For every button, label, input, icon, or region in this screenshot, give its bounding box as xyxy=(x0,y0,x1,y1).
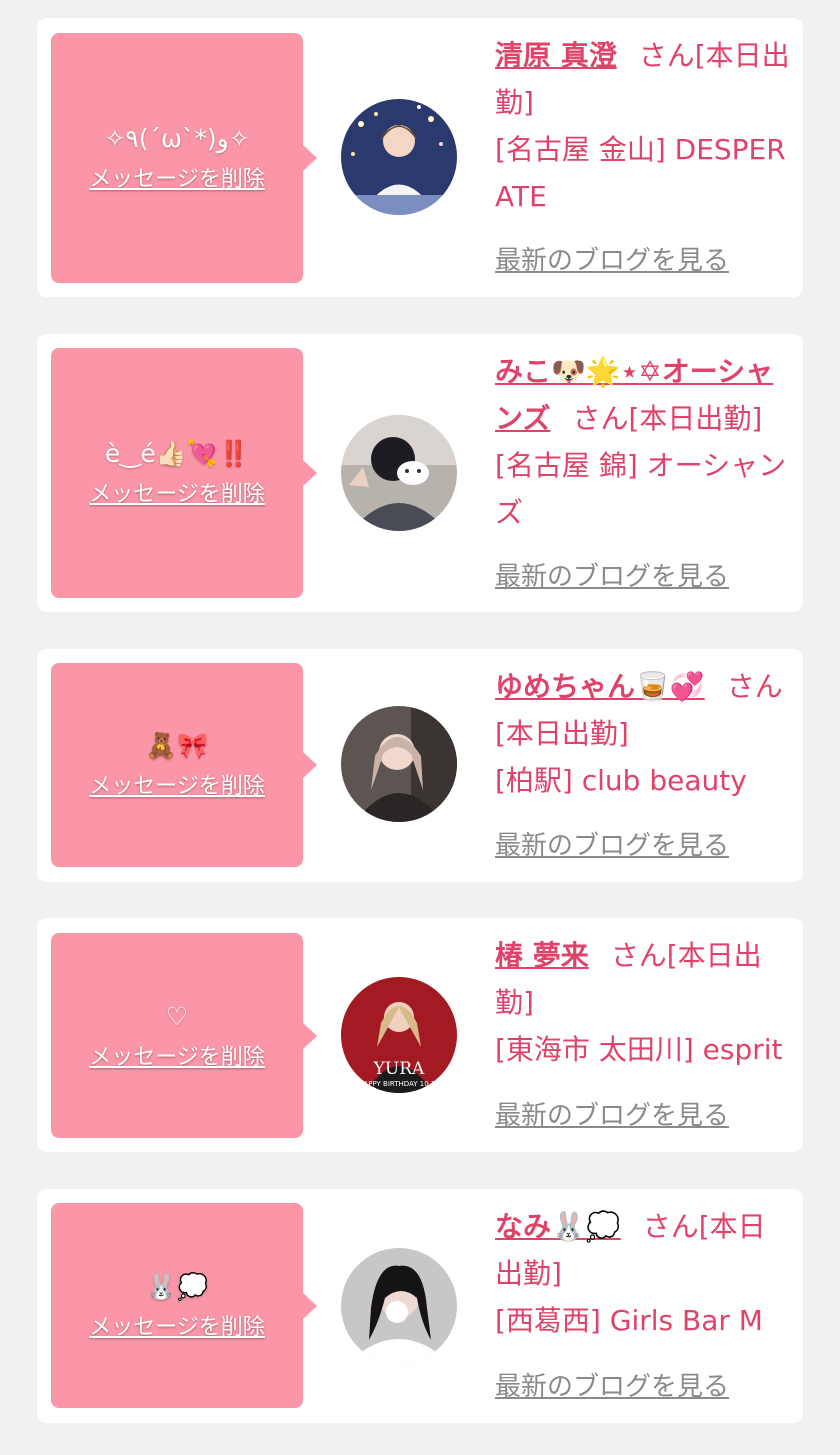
message-bubble: è‿é👍🏻💘‼️ メッセージを削除 xyxy=(51,348,317,598)
message-bubble: 🧸🎀 メッセージを削除 xyxy=(51,663,317,867)
delete-message-button[interactable]: メッセージを削除 xyxy=(89,1044,265,1072)
cast-status: さん[本日出勤] xyxy=(572,402,763,435)
favorite-cast-list: ✧٩(ˊωˋ*)و✧ メッセージを削除 清原 真澄 さん[本日出勤] [名古屋 金… xyxy=(0,0,840,1455)
cast-name-link[interactable]: 清原 真澄 xyxy=(495,39,617,72)
shop-label: [西葛西] Girls Bar M xyxy=(495,1304,763,1337)
latest-blog-link[interactable]: 最新のブログを見る xyxy=(495,1366,729,1403)
delete-message-button[interactable]: メッセージを削除 xyxy=(89,481,265,509)
latest-blog-link[interactable]: 最新のブログを見る xyxy=(495,1095,729,1132)
message-bubble: ✧٩(ˊωˋ*)و✧ メッセージを削除 xyxy=(51,33,317,283)
cast-name-link[interactable]: ゆめちゃん🥃💞 xyxy=(495,670,705,703)
avatar[interactable] xyxy=(341,99,457,215)
avatar[interactable] xyxy=(341,1248,457,1364)
cast-info: みこ🐶🌟⋆✡オーシャンズ さん[本日出勤] [名古屋 錦] オーシャンズ xyxy=(495,348,791,536)
cast-message: è‿é👍🏻💘‼️ xyxy=(104,439,250,468)
cast-card: ♡ メッセージを削除 YURA HAPPY BIRTHDAY 10.16 椿 夢… xyxy=(37,918,803,1152)
cast-info: なみ🐰💭 さん[本日出勤] [西葛西] Girls Bar M xyxy=(495,1203,791,1344)
message-bubble: 🐰💭 メッセージを削除 xyxy=(51,1203,317,1408)
cast-message: ✧٩(ˊωˋ*)و✧ xyxy=(104,124,250,153)
cast-info: 清原 真澄 さん[本日出勤] [名古屋 金山] DESPERATE xyxy=(495,32,791,220)
cast-message: 🐰💭 xyxy=(145,1271,209,1301)
cast-message: 🧸🎀 xyxy=(145,731,209,760)
latest-blog-link[interactable]: 最新のブログを見る xyxy=(495,240,729,277)
avatar-birthday-text: HAPPY BIRTHDAY 10.16 xyxy=(358,1080,440,1088)
cast-name-line: みこ🐶🌟⋆✡オーシャンズ さん[本日出勤] xyxy=(495,348,791,442)
cast-card: è‿é👍🏻💘‼️ メッセージを削除 みこ🐶🌟⋆✡オーシャンズ さん[本日出勤] [… xyxy=(37,334,803,612)
cast-info: ゆめちゃん🥃💞 さん[本日出勤] [柏駅] club beauty xyxy=(495,663,791,804)
cast-card: ✧٩(ˊωˋ*)و✧ メッセージを削除 清原 真澄 さん[本日出勤] [名古屋 金… xyxy=(37,18,803,297)
cast-name-line: 椿 夢来 さん[本日出勤] xyxy=(495,932,791,1026)
avatar[interactable] xyxy=(341,415,457,531)
cast-card: 🐰💭 メッセージを削除 なみ🐰💭 さん[本日出勤] [西葛西] Girls Bar… xyxy=(37,1189,803,1423)
avatar-name-text: YURA xyxy=(373,1059,425,1079)
shop-label: [東海市 太田川] esprit xyxy=(495,1033,783,1066)
cast-info: 椿 夢来 さん[本日出勤] [東海市 太田川] esprit xyxy=(495,932,791,1073)
shop-label: [柏駅] club beauty xyxy=(495,764,747,797)
cast-card: 🧸🎀 メッセージを削除 ゆめちゃん🥃💞 さん[本日出勤] [柏駅] club be… xyxy=(37,649,803,882)
avatar[interactable]: YURA HAPPY BIRTHDAY 10.16 xyxy=(341,977,457,1093)
latest-blog-link[interactable]: 最新のブログを見る xyxy=(495,825,729,862)
cast-name-link[interactable]: なみ🐰💭 xyxy=(495,1210,621,1243)
cast-name-line: 清原 真澄 さん[本日出勤] xyxy=(495,32,791,126)
cast-message: ♡ xyxy=(165,1001,189,1031)
cast-name-line: ゆめちゃん🥃💞 さん[本日出勤] xyxy=(495,663,791,757)
avatar[interactable] xyxy=(341,706,457,822)
shop-label: [名古屋 錦] オーシャンズ xyxy=(495,449,787,529)
cast-name-line: なみ🐰💭 さん[本日出勤] xyxy=(495,1203,791,1297)
latest-blog-link[interactable]: 最新のブログを見る xyxy=(495,556,729,593)
shop-label: [名古屋 金山] DESPERATE xyxy=(495,133,786,213)
delete-message-button[interactable]: メッセージを削除 xyxy=(89,773,265,801)
cast-name-link[interactable]: 椿 夢来 xyxy=(495,939,589,972)
message-bubble: ♡ メッセージを削除 xyxy=(51,933,317,1138)
delete-message-button[interactable]: メッセージを削除 xyxy=(89,1314,265,1342)
delete-message-button[interactable]: メッセージを削除 xyxy=(89,166,265,194)
